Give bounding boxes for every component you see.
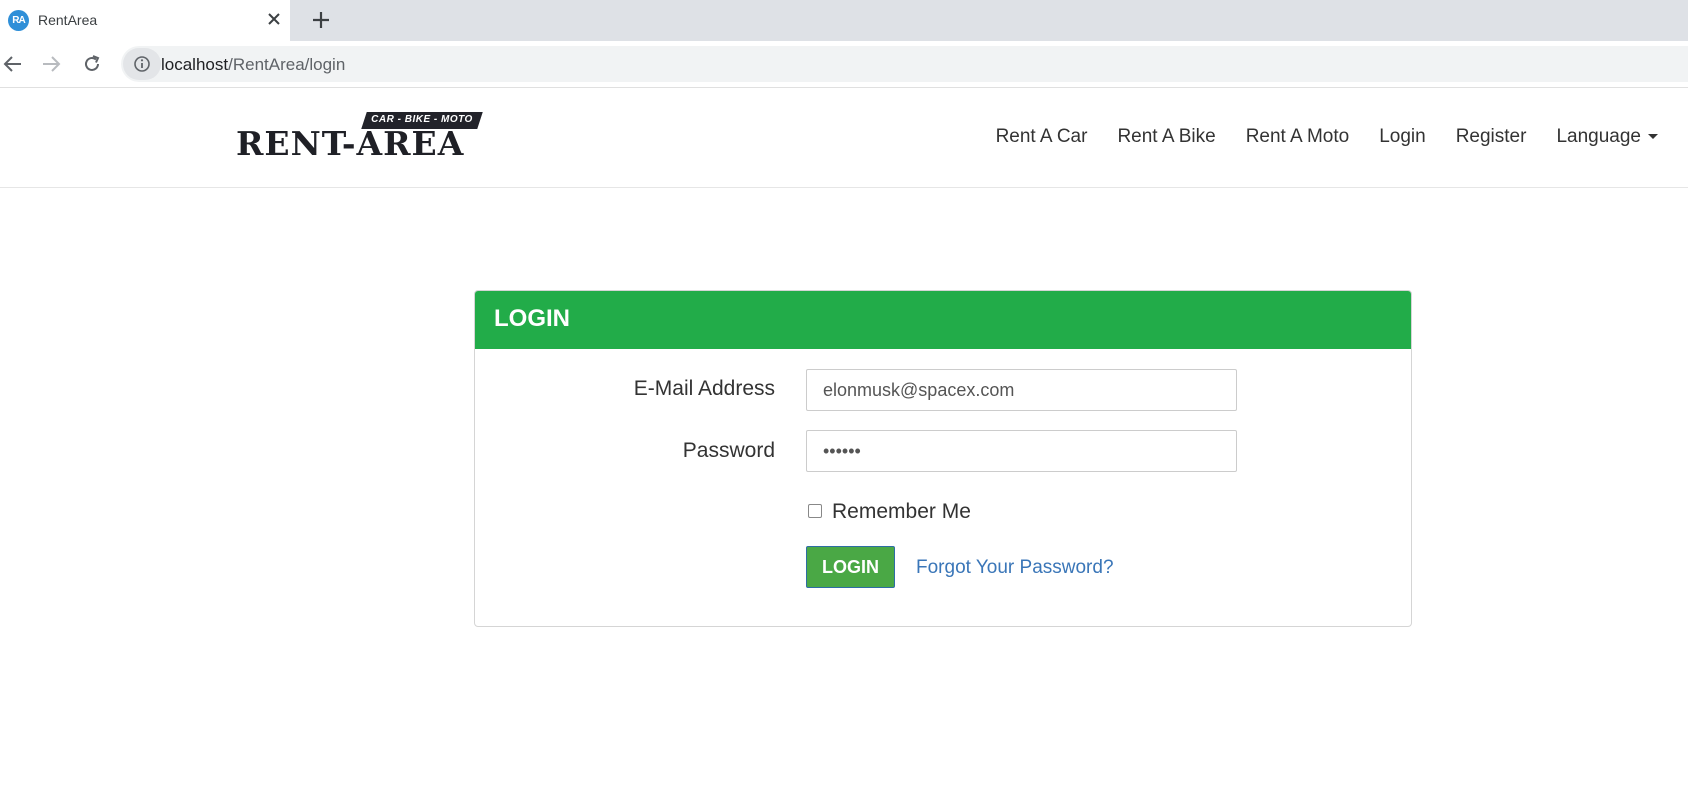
browser-toolbar: localhost/RentArea/login (0, 41, 1688, 88)
email-label: E-Mail Address (633, 377, 775, 400)
url-text: localhost/RentArea/login (161, 55, 346, 74)
site-navbar: CAR - BIKE - MOTO RENT-AREA Rent A Car R… (0, 88, 1688, 188)
login-card: LOGIN E-Mail Address Password Remember M… (474, 290, 1412, 627)
browser-tabstrip: RA RentArea (0, 0, 1688, 41)
language-label: Language (1556, 126, 1641, 147)
nav-rent-a-bike[interactable]: Rent A Bike (1117, 126, 1215, 148)
address-bar[interactable]: localhost/RentArea/login (121, 46, 1688, 82)
info-icon[interactable] (123, 48, 161, 80)
remember-me-checkbox[interactable] (808, 504, 822, 518)
plus-icon[interactable] (310, 9, 332, 31)
favicon-icon: RA (8, 10, 29, 31)
browser-tab[interactable]: RA RentArea (0, 0, 290, 41)
password-field[interactable] (806, 430, 1237, 472)
nav-rent-a-moto[interactable]: Rent A Moto (1246, 126, 1350, 148)
close-icon[interactable] (264, 9, 284, 29)
login-title: LOGIN (494, 305, 570, 332)
main-menu: Rent A Car Rent A Bike Rent A Moto Login… (966, 126, 1658, 148)
reload-icon[interactable] (81, 53, 103, 75)
caret-down-icon (1648, 134, 1658, 140)
logo-text: RENT-AREA (236, 124, 465, 163)
tab-title: RentArea (38, 12, 98, 28)
forgot-password-link[interactable]: Forgot Your Password? (916, 557, 1114, 579)
language-dropdown[interactable]: Language (1556, 126, 1658, 148)
password-label: Password (682, 439, 775, 462)
back-arrow-icon[interactable] (2, 53, 24, 75)
remember-me-label[interactable]: Remember Me (832, 500, 971, 524)
site-logo[interactable]: CAR - BIKE - MOTO RENT-AREA (234, 112, 484, 163)
forward-arrow-icon[interactable] (40, 53, 62, 75)
email-field[interactable] (806, 369, 1237, 411)
login-card-header: LOGIN (475, 291, 1411, 349)
nav-register[interactable]: Register (1456, 126, 1527, 148)
nav-rent-a-car[interactable]: Rent A Car (996, 126, 1088, 148)
login-button[interactable]: LOGIN (806, 546, 895, 588)
nav-login[interactable]: Login (1379, 126, 1426, 148)
